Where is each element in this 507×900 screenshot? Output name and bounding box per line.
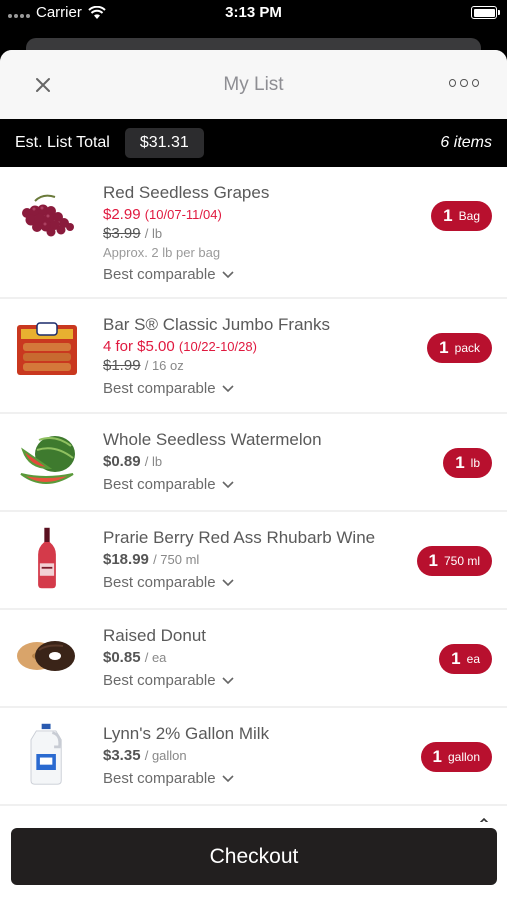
franks-package-image	[17, 322, 77, 375]
donut-image	[17, 641, 75, 671]
quantity-value: 1	[451, 649, 461, 668]
list-total-bar: Est. List Total $31.31 6 items	[0, 119, 507, 167]
comparable-label: Best comparable	[103, 380, 216, 397]
quantity-button[interactable]: 1 gallon	[420, 742, 492, 772]
list-item[interactable]: Lynn's 2% Gallon Milk $3.35 / gallon Bes…	[0, 708, 507, 806]
item-name: Raised Donut	[103, 626, 207, 645]
price-unit: / 750 ml	[153, 552, 200, 567]
item-name: Whole Seedless Watermelon	[103, 430, 322, 449]
page-title: My List	[223, 74, 284, 95]
list-item[interactable]: Red Seedless Grapes $2.99 (10/07-11/04) …	[0, 167, 507, 299]
quantity-value: 1	[432, 747, 442, 766]
quantity-value: 1	[428, 551, 438, 570]
battery-icon	[471, 6, 500, 19]
clock-time: 3:13 PM	[225, 4, 282, 21]
best-comparable-dropdown[interactable]: Best comparable	[103, 380, 407, 397]
quantity-unit: pack	[454, 341, 480, 355]
watermelon-image	[20, 436, 75, 484]
price-unit: / gallon	[144, 748, 187, 763]
sale-price-value: $2.99	[103, 206, 141, 223]
chevron-down-icon	[221, 676, 234, 684]
comparable-label: Best comparable	[103, 672, 216, 689]
best-comparable-dropdown[interactable]: Best comparable	[103, 476, 407, 493]
best-comparable-dropdown[interactable]: Best comparable	[103, 672, 407, 689]
quantity-unit: 750 ml	[443, 554, 480, 568]
price-value: $0.89	[103, 453, 141, 470]
wine-bottle-image	[38, 527, 56, 589]
chevron-down-icon	[221, 384, 234, 392]
best-comparable-dropdown[interactable]: Best comparable	[103, 574, 407, 591]
quantity-unit: gallon	[447, 750, 480, 764]
quantity-unit: lb	[470, 456, 480, 470]
price-unit: / lb	[144, 454, 163, 469]
sale-price-value: 4 for $5.00	[103, 338, 175, 355]
original-price-unit: / 16 oz	[144, 358, 184, 373]
sale-price: $2.99 (10/07-11/04)	[103, 206, 407, 223]
comparable-label: Best comparable	[103, 770, 216, 787]
quantity-button[interactable]: 1 Bag	[431, 201, 492, 231]
quantity-button[interactable]: 1 ea	[439, 644, 492, 674]
item-price: $3.35 / gallon	[103, 747, 407, 764]
quantity-button[interactable]: 1 750 ml	[416, 546, 492, 576]
item-count: 6 items	[440, 134, 492, 151]
quantity-unit: ea	[466, 652, 480, 666]
grapes-image	[22, 194, 74, 237]
original-price-value: $3.99	[103, 225, 141, 242]
best-comparable-dropdown[interactable]: Best comparable	[103, 770, 407, 787]
quantity-unit: Bag	[458, 209, 480, 223]
price-value: $0.85	[103, 649, 141, 666]
chevron-down-icon	[221, 270, 234, 278]
price-value: $3.35	[103, 747, 141, 764]
sale-price: 4 for $5.00 (10/22-10/28)	[103, 338, 407, 355]
chevron-down-icon	[221, 480, 234, 488]
milk-jug-image	[30, 723, 62, 785]
item-name: Bar S® Classic Jumbo Franks	[103, 315, 330, 334]
item-name: Prarie Berry Red Ass Rhubarb Wine	[103, 528, 376, 547]
quantity-value: 1	[455, 453, 465, 472]
original-price-unit: / lb	[144, 226, 163, 241]
original-price-value: $1.99	[103, 357, 141, 374]
quantity-value: 1	[443, 206, 453, 225]
est-total-label: Est. List Total	[15, 134, 110, 151]
est-total-value: $31.31	[124, 128, 204, 158]
price-value: $18.99	[103, 551, 149, 568]
list-item[interactable]: Bar S® Classic Jumbo Franks 4 for $5.00 …	[0, 299, 507, 414]
list-item[interactable]: Whole Seedless Watermelon $0.89 / lb Bes…	[0, 414, 507, 512]
quantity-value: 1	[439, 338, 449, 357]
checkout-button[interactable]: Checkout	[11, 828, 497, 885]
sale-dates: (10/07-11/04)	[144, 207, 222, 222]
best-comparable-dropdown[interactable]: Best comparable	[103, 266, 407, 283]
list-item[interactable]: Raised Donut $0.85 / ea Best comparable …	[0, 610, 507, 708]
chevron-down-icon	[221, 578, 234, 586]
list-item[interactable]: Prarie Berry Red Ass Rhubarb Wine $18.99…	[0, 512, 507, 610]
comparable-label: Best comparable	[103, 476, 216, 493]
checkout-area: Checkout	[0, 822, 507, 900]
item-price: $0.85 / ea	[103, 649, 407, 666]
chevron-down-icon	[221, 774, 234, 782]
item-note: Approx. 2 lb per bag	[103, 245, 221, 260]
comparable-label: Best comparable	[103, 574, 216, 591]
item-price: $0.89 / lb	[103, 453, 407, 470]
price-unit: / ea	[144, 650, 167, 665]
original-price: $1.99 / 16 oz	[103, 357, 407, 374]
item-name: Red Seedless Grapes	[103, 183, 270, 202]
sale-dates: (10/22-10/28)	[178, 339, 257, 354]
nav-bar: My List	[0, 50, 507, 119]
quantity-button[interactable]: 1 lb	[443, 448, 492, 478]
item-name: Lynn's 2% Gallon Milk	[103, 724, 270, 743]
shopping-list: Red Seedless Grapes $2.99 (10/07-11/04) …	[0, 167, 507, 806]
comparable-label: Best comparable	[103, 266, 216, 283]
more-options-icon[interactable]	[449, 76, 479, 90]
status-bar: Carrier 3:13 PM	[0, 0, 507, 30]
quantity-button[interactable]: 1 pack	[427, 333, 492, 363]
original-price: $3.99 / lb	[103, 225, 407, 242]
my-list-sheet: My List Est. List Total $31.31 6 items R…	[0, 50, 507, 900]
item-price: $18.99 / 750 ml	[103, 551, 407, 568]
